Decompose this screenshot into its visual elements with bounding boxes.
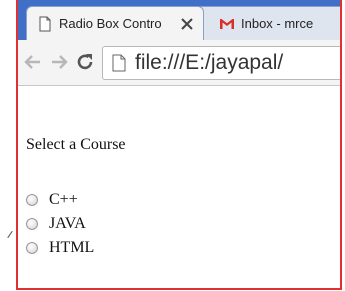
- url-text: file:///E:/jayapal/: [135, 51, 284, 74]
- radio-button[interactable]: [26, 218, 38, 230]
- radio-label: C++: [49, 191, 78, 208]
- radio-option-html[interactable]: HTML: [26, 239, 94, 257]
- forward-arrow-icon[interactable]: [48, 51, 70, 73]
- tab-title: Radio Box Contro: [59, 16, 162, 31]
- close-icon[interactable]: [179, 16, 195, 32]
- radio-button[interactable]: [26, 194, 38, 206]
- page-content: Select a Course C++ JAVA HTML: [18, 86, 340, 288]
- browser-window: Radio Box Contro Inbox - mrce file:///E:…: [16, 0, 342, 290]
- tab-radio-box-control[interactable]: Radio Box Contro: [26, 6, 204, 40]
- reload-icon[interactable]: [74, 51, 96, 73]
- screenshot-stage: Radio Box Contro Inbox - mrce file:///E:…: [0, 0, 345, 291]
- radio-option-cpp[interactable]: C++: [26, 191, 78, 209]
- gmail-icon: [220, 18, 234, 29]
- back-arrow-icon[interactable]: [22, 51, 44, 73]
- page-icon: [39, 16, 51, 31]
- page-icon: [112, 54, 126, 72]
- browser-toolbar: file:///E:/jayapal/: [18, 40, 340, 86]
- tab-inbox[interactable]: Inbox - mrce: [196, 6, 340, 40]
- tab-title: Inbox - mrce: [241, 16, 314, 31]
- stray-mark: [7, 230, 13, 239]
- radio-option-java[interactable]: JAVA: [26, 215, 86, 233]
- page-heading: Select a Course: [26, 136, 126, 153]
- address-bar[interactable]: file:///E:/jayapal/: [102, 46, 340, 80]
- tab-strip: Radio Box Contro Inbox - mrce: [18, 0, 340, 40]
- radio-label: JAVA: [49, 215, 86, 232]
- radio-label: HTML: [49, 239, 95, 256]
- radio-button[interactable]: [26, 242, 38, 254]
